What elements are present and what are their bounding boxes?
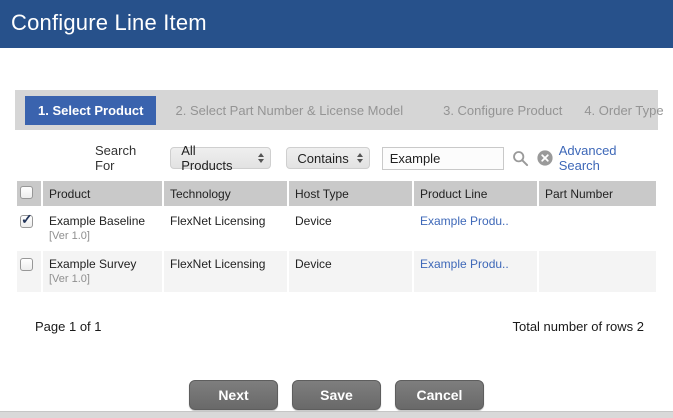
product-line-link[interactable]: Example Produ.. bbox=[420, 214, 509, 228]
step-select-part-number[interactable]: 2. Select Part Number & License Model bbox=[175, 103, 403, 118]
page-indicator: Page 1 of 1 bbox=[35, 319, 102, 334]
table-header-row: Product Technology Host Type Product Lin… bbox=[17, 181, 656, 206]
part-number-cell bbox=[539, 251, 656, 292]
column-header-product-line[interactable]: Product Line bbox=[414, 181, 537, 206]
products-table: Product Technology Host Type Product Lin… bbox=[15, 179, 658, 294]
product-name: Example Baseline bbox=[49, 214, 156, 228]
cancel-button[interactable]: Cancel bbox=[395, 380, 484, 410]
select-all-checkbox[interactable] bbox=[20, 186, 33, 199]
row-checkbox[interactable]: ✓ bbox=[20, 215, 33, 228]
step-configure-product[interactable]: 3. Configure Product bbox=[443, 103, 562, 118]
advanced-search-link[interactable]: Advanced Search bbox=[559, 143, 658, 173]
total-rows-label: Total number of rows 2 bbox=[512, 319, 644, 334]
wizard-stepper: 1. Select Product 2. Select Part Number … bbox=[15, 90, 658, 130]
column-header-technology[interactable]: Technology bbox=[164, 181, 287, 206]
column-header-host-type[interactable]: Host Type bbox=[289, 181, 412, 206]
product-version: [Ver 1.0] bbox=[49, 230, 156, 242]
next-button[interactable]: Next bbox=[189, 380, 278, 410]
table-row: ✓ Example Baseline [Ver 1.0] FlexNet Lic… bbox=[17, 208, 656, 249]
search-for-label: Search For bbox=[95, 143, 157, 173]
save-button[interactable]: Save bbox=[292, 380, 381, 410]
product-name: Example Survey bbox=[49, 257, 156, 271]
search-category-value: All Products bbox=[181, 143, 250, 173]
select-stepper-arrows-icon bbox=[258, 153, 264, 163]
host-type-cell: Device bbox=[289, 251, 412, 292]
search-icon[interactable] bbox=[512, 150, 529, 167]
part-number-cell bbox=[539, 208, 656, 249]
step-select-product[interactable]: 1. Select Product bbox=[25, 96, 156, 125]
clear-search-icon[interactable] bbox=[537, 150, 553, 166]
window-bottom-edge bbox=[0, 411, 673, 418]
search-bar: Search For All Products Contains Advance… bbox=[15, 145, 658, 171]
dialog-header: Configure Line Item bbox=[0, 0, 673, 48]
step-order-type[interactable]: 4. Order Type bbox=[584, 103, 663, 118]
technology-cell: FlexNet Licensing bbox=[164, 251, 287, 292]
table-row: Example Survey [Ver 1.0] FlexNet Licensi… bbox=[17, 251, 656, 292]
column-header-part-number[interactable]: Part Number bbox=[539, 181, 656, 206]
product-version: [Ver 1.0] bbox=[49, 273, 156, 285]
search-category-select[interactable]: All Products bbox=[170, 147, 271, 169]
host-type-cell: Device bbox=[289, 208, 412, 249]
pagination-bar: Page 1 of 1 Total number of rows 2 bbox=[15, 319, 658, 334]
action-buttons: Next Save Cancel bbox=[0, 380, 673, 410]
column-header-product[interactable]: Product bbox=[43, 181, 162, 206]
search-operator-select[interactable]: Contains bbox=[286, 147, 369, 169]
row-checkbox[interactable] bbox=[20, 258, 33, 271]
checkmark-icon: ✓ bbox=[21, 211, 33, 228]
product-line-link[interactable]: Example Produ.. bbox=[420, 257, 509, 271]
page-title: Configure Line Item bbox=[0, 0, 673, 36]
technology-cell: FlexNet Licensing bbox=[164, 208, 287, 249]
search-input[interactable] bbox=[382, 147, 504, 170]
search-operator-value: Contains bbox=[297, 151, 348, 166]
select-stepper-arrows-icon bbox=[357, 153, 363, 163]
